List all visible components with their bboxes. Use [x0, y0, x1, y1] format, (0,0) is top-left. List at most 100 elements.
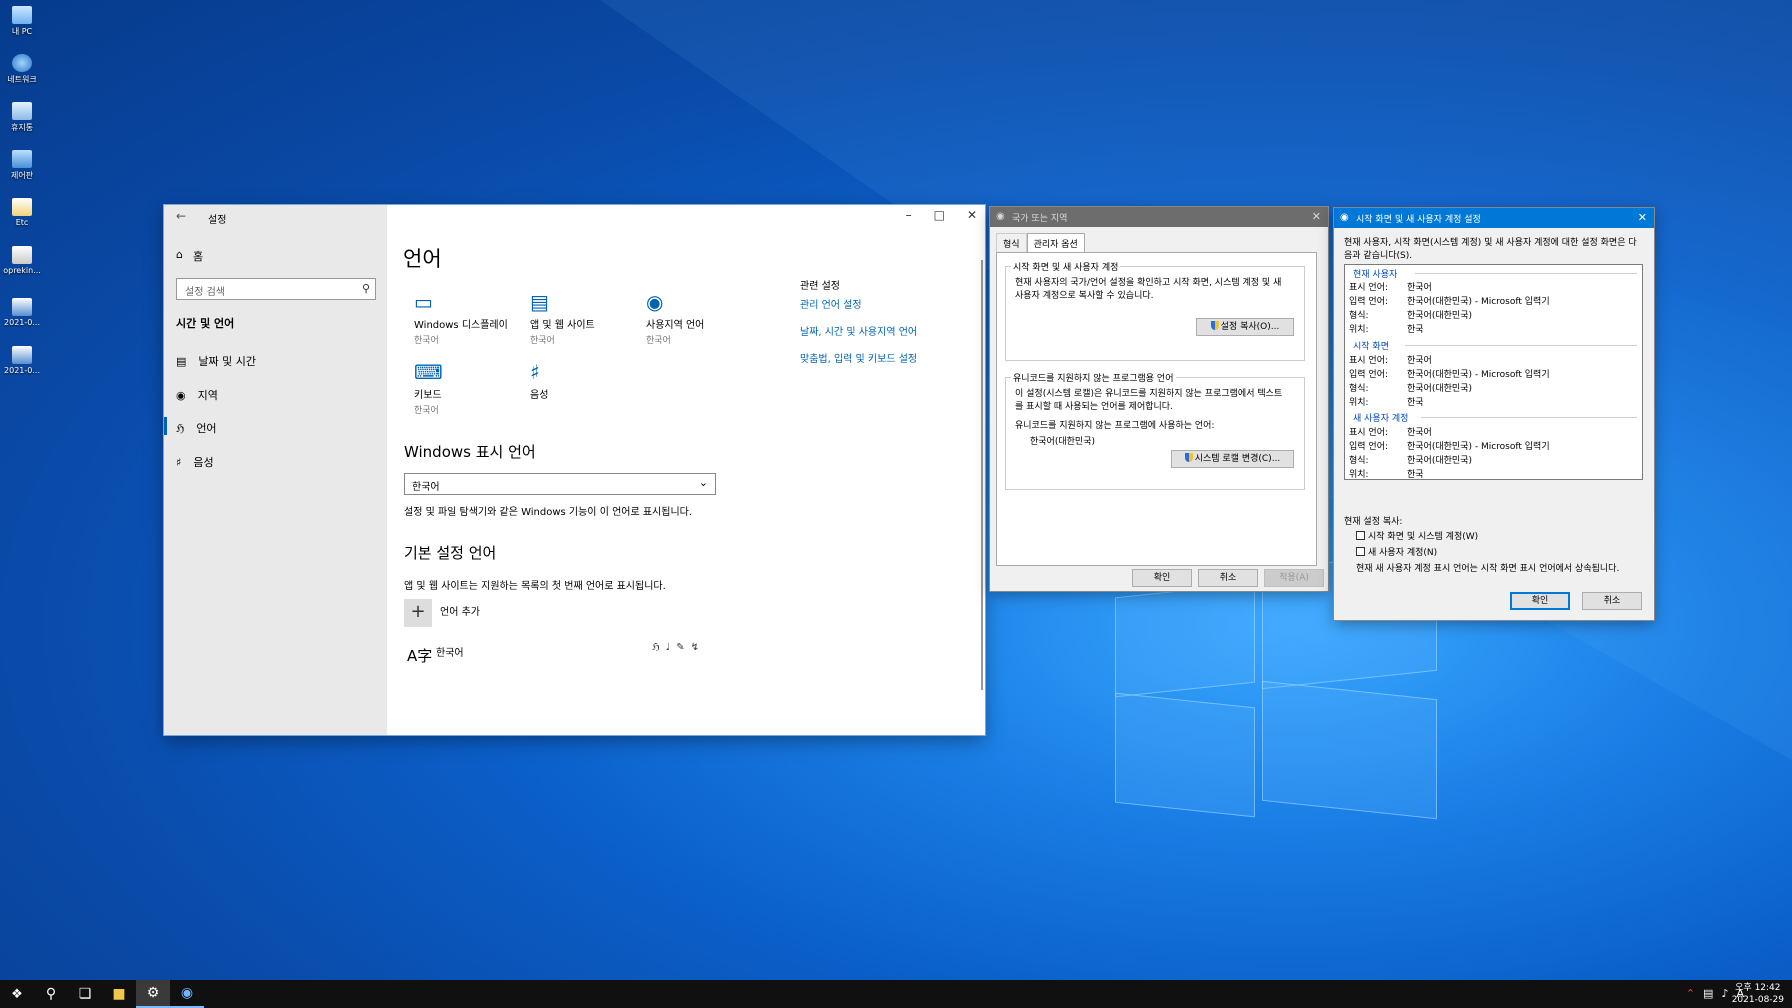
nav-speech[interactable]: ♯ 음성 — [176, 454, 214, 470]
close-icon[interactable]: ✕ — [1638, 211, 1647, 224]
uac-shield-icon — [1184, 453, 1193, 462]
file-explorer-button[interactable]: ■ — [102, 980, 136, 1008]
language-icon: ℌ — [176, 421, 185, 435]
inheritance-note: 현재 새 사용자 계정 표시 언어는 시작 화면 표시 언어에서 상속됩니다. — [1356, 564, 1620, 574]
close-icon[interactable]: ✕ — [967, 208, 977, 222]
installed-language[interactable]: 한국어 — [436, 644, 464, 659]
home-link[interactable]: ⌂ 홈 — [176, 248, 203, 264]
ok-button[interactable]: 확인 — [1510, 592, 1570, 610]
add-language-label[interactable]: 언어 추가 — [440, 603, 480, 618]
window-controls: – □ ✕ — [906, 208, 977, 222]
checkbox[interactable] — [1356, 531, 1365, 540]
handwriting-icon: ✎ — [676, 642, 685, 653]
minimize-icon[interactable]: – — [906, 208, 912, 222]
back-arrow-icon[interactable]: ← — [176, 209, 186, 223]
desktop-icon-network[interactable]: 네트워크 — [2, 54, 42, 85]
folder-icon: ■ — [112, 986, 126, 1002]
settings-search-input[interactable]: 설정 검색 ⚲ — [176, 278, 376, 300]
tts-icon: ↯ — [690, 642, 700, 653]
language-icon: A字 — [407, 647, 433, 665]
maximize-icon[interactable]: □ — [934, 208, 945, 222]
nav-language[interactable]: ℌ 언어 — [176, 420, 217, 436]
network-icon — [12, 54, 32, 72]
start-button[interactable]: ❖ — [0, 980, 34, 1008]
settings-sidebar: ← 설정 ⌂ 홈 설정 검색 ⚲ 시간 및 언어 ▤ 날짜 및 시간 ◉ 지역 … — [164, 205, 387, 735]
image-file-icon — [12, 298, 32, 316]
globe-icon: ◉ — [180, 985, 194, 1001]
current-user-heading: 현재 사용자 — [1353, 270, 1398, 280]
apply-button[interactable]: 적용(A) — [1264, 569, 1324, 587]
scrollbar[interactable] — [981, 260, 983, 690]
tab-format[interactable]: 형식 — [996, 233, 1027, 253]
settings-summary-list[interactable]: 현재 사용자 표시 언어: 한국어 입력 언어: 한국어(대한민국) - Mic… — [1344, 264, 1643, 480]
copy-settings-button[interactable]: 설정 복사(O)... — [1196, 318, 1294, 336]
wallpaper-pane — [1115, 582, 1255, 698]
taskbar: ❖ ⚲ ❏ ■ ⚙ ◉ ⌃ ▤ ♪ A 오후 12:42 2021-08-29 — [0, 980, 1792, 1008]
display-language-icon: ℌ — [652, 642, 660, 653]
cancel-button[interactable]: 취소 — [1198, 569, 1258, 587]
desktop-icon-file-2021-b[interactable]: 2021-0... — [2, 346, 42, 375]
tile-regional-format[interactable]: ◉ 사용지역 언어 한국어 — [646, 290, 756, 346]
settings-taskbar-button[interactable]: ⚙ — [136, 980, 170, 1008]
add-language-button[interactable]: + — [404, 599, 432, 627]
gear-icon: ⚙ — [146, 985, 160, 1001]
region-tabs: 형식 관리자 옵션 — [996, 233, 1085, 253]
globe-icon: ◉ — [1340, 212, 1349, 223]
microphone-icon: ♯ — [176, 455, 182, 469]
link-date-time-region[interactable]: 날짜, 시간 및 사용지역 언어 — [800, 323, 917, 338]
search-icon: ⚲ — [45, 986, 57, 1002]
tile-speech[interactable]: ♯ 음성 — [530, 360, 640, 403]
ok-button[interactable]: 확인 — [1132, 569, 1192, 587]
admin-tab-panel: 시작 화면 및 새 사용자 계정 현재 사용자의 국가/언어 설정을 확인하고 … — [996, 252, 1317, 566]
desktop-icon-this-pc[interactable]: 내 PC — [2, 6, 42, 37]
tab-admin[interactable]: 관리자 옵션 — [1026, 233, 1085, 253]
globe-icon: ◉ — [646, 290, 664, 314]
computer-icon — [12, 6, 32, 24]
checkbox-welcome-system[interactable]: 시작 화면 및 시스템 계정(W) — [1356, 531, 1478, 544]
desktop-icon-control-panel[interactable]: 제어판 — [2, 150, 42, 181]
region-taskbar-button[interactable]: ◉ — [170, 980, 204, 1008]
chevron-up-icon[interactable]: ⌃ — [1686, 987, 1695, 1000]
search-button[interactable]: ⚲ — [34, 980, 68, 1008]
task-view-icon: ❏ — [78, 986, 92, 1002]
settings-main: – □ ✕ — [387, 205, 985, 735]
tile-keyboard[interactable]: ⌨ 키보드 한국어 — [414, 360, 524, 416]
keyboard-icon: ⌨ — [414, 360, 443, 384]
link-spelling-keyboard[interactable]: 맞춤법, 입력 및 키보드 설정 — [800, 350, 917, 365]
unicode-group: 유니코드를 지원하지 않는 프로그램용 언어 이 설정(시스템 로캘)은 유니코… — [1005, 371, 1305, 490]
nav-region[interactable]: ◉ 지역 — [176, 387, 218, 403]
network-icon[interactable]: ▤ — [1703, 987, 1713, 1000]
change-locale-button[interactable]: 시스템 로캘 변경(C)... — [1171, 450, 1294, 468]
desktop-icon-recycle-bin[interactable]: 휴지통 — [2, 102, 42, 133]
language-features: ℌ ♩ ✎ ↯ — [652, 642, 699, 653]
search-icon: ⚲ — [361, 282, 370, 295]
selection-indicator — [164, 417, 167, 435]
welcome-titlebar: ◉ 시작 화면 및 새 사용자 계정 설정 ✕ — [1334, 208, 1654, 228]
volume-icon[interactable]: ♪ — [1721, 987, 1728, 1000]
nav-date-time[interactable]: ▤ 날짜 및 시간 — [176, 353, 256, 369]
recycle-bin-icon — [12, 102, 32, 120]
tile-windows-display[interactable]: ▭ Windows 디스플레이 한국어 — [414, 290, 524, 346]
region-dialog: ◉ 국가 또는 지역 ✕ 형식 관리자 옵션 시작 화면 및 새 사용자 계정 … — [990, 207, 1328, 591]
desktop-icon-file-2021-a[interactable]: 2021-0... — [2, 298, 42, 327]
section-title: 시간 및 언어 — [176, 317, 235, 330]
desktop-icon-etc[interactable]: Etc — [2, 198, 42, 227]
checkbox[interactable] — [1356, 547, 1365, 556]
copy-current-label: 현재 설정 복사: — [1344, 517, 1403, 527]
close-icon[interactable]: ✕ — [1312, 210, 1321, 223]
desktop-icon-oprekin[interactable]: oprekin... — [2, 246, 42, 275]
task-view-button[interactable]: ❏ — [68, 980, 102, 1008]
file-icon — [12, 198, 32, 216]
page-title: 언어 — [403, 247, 442, 271]
cancel-button[interactable]: 취소 — [1582, 592, 1642, 610]
link-admin-language[interactable]: 관리 언어 설정 — [800, 296, 862, 311]
welcome-group: 시작 화면 및 새 사용자 계정 현재 사용자의 국가/언어 설정을 확인하고 … — [1005, 260, 1305, 361]
tile-apps-websites[interactable]: ▤ 앱 및 웹 사이트 한국어 — [530, 290, 640, 346]
display-language-dropdown[interactable]: 한국어 ⌄ — [404, 473, 716, 495]
checkbox-new-user[interactable]: 새 사용자 계정(N) — [1356, 547, 1437, 560]
window-icon: ▤ — [530, 290, 549, 314]
clock[interactable]: 오후 12:42 2021-08-29 — [1732, 982, 1784, 1006]
speech-icon: ♩ — [665, 642, 671, 653]
control-panel-icon — [12, 150, 32, 168]
display-language-desc: 설정 및 파일 탐색기와 같은 Windows 기능이 이 언어로 표시됩니다. — [404, 507, 693, 518]
